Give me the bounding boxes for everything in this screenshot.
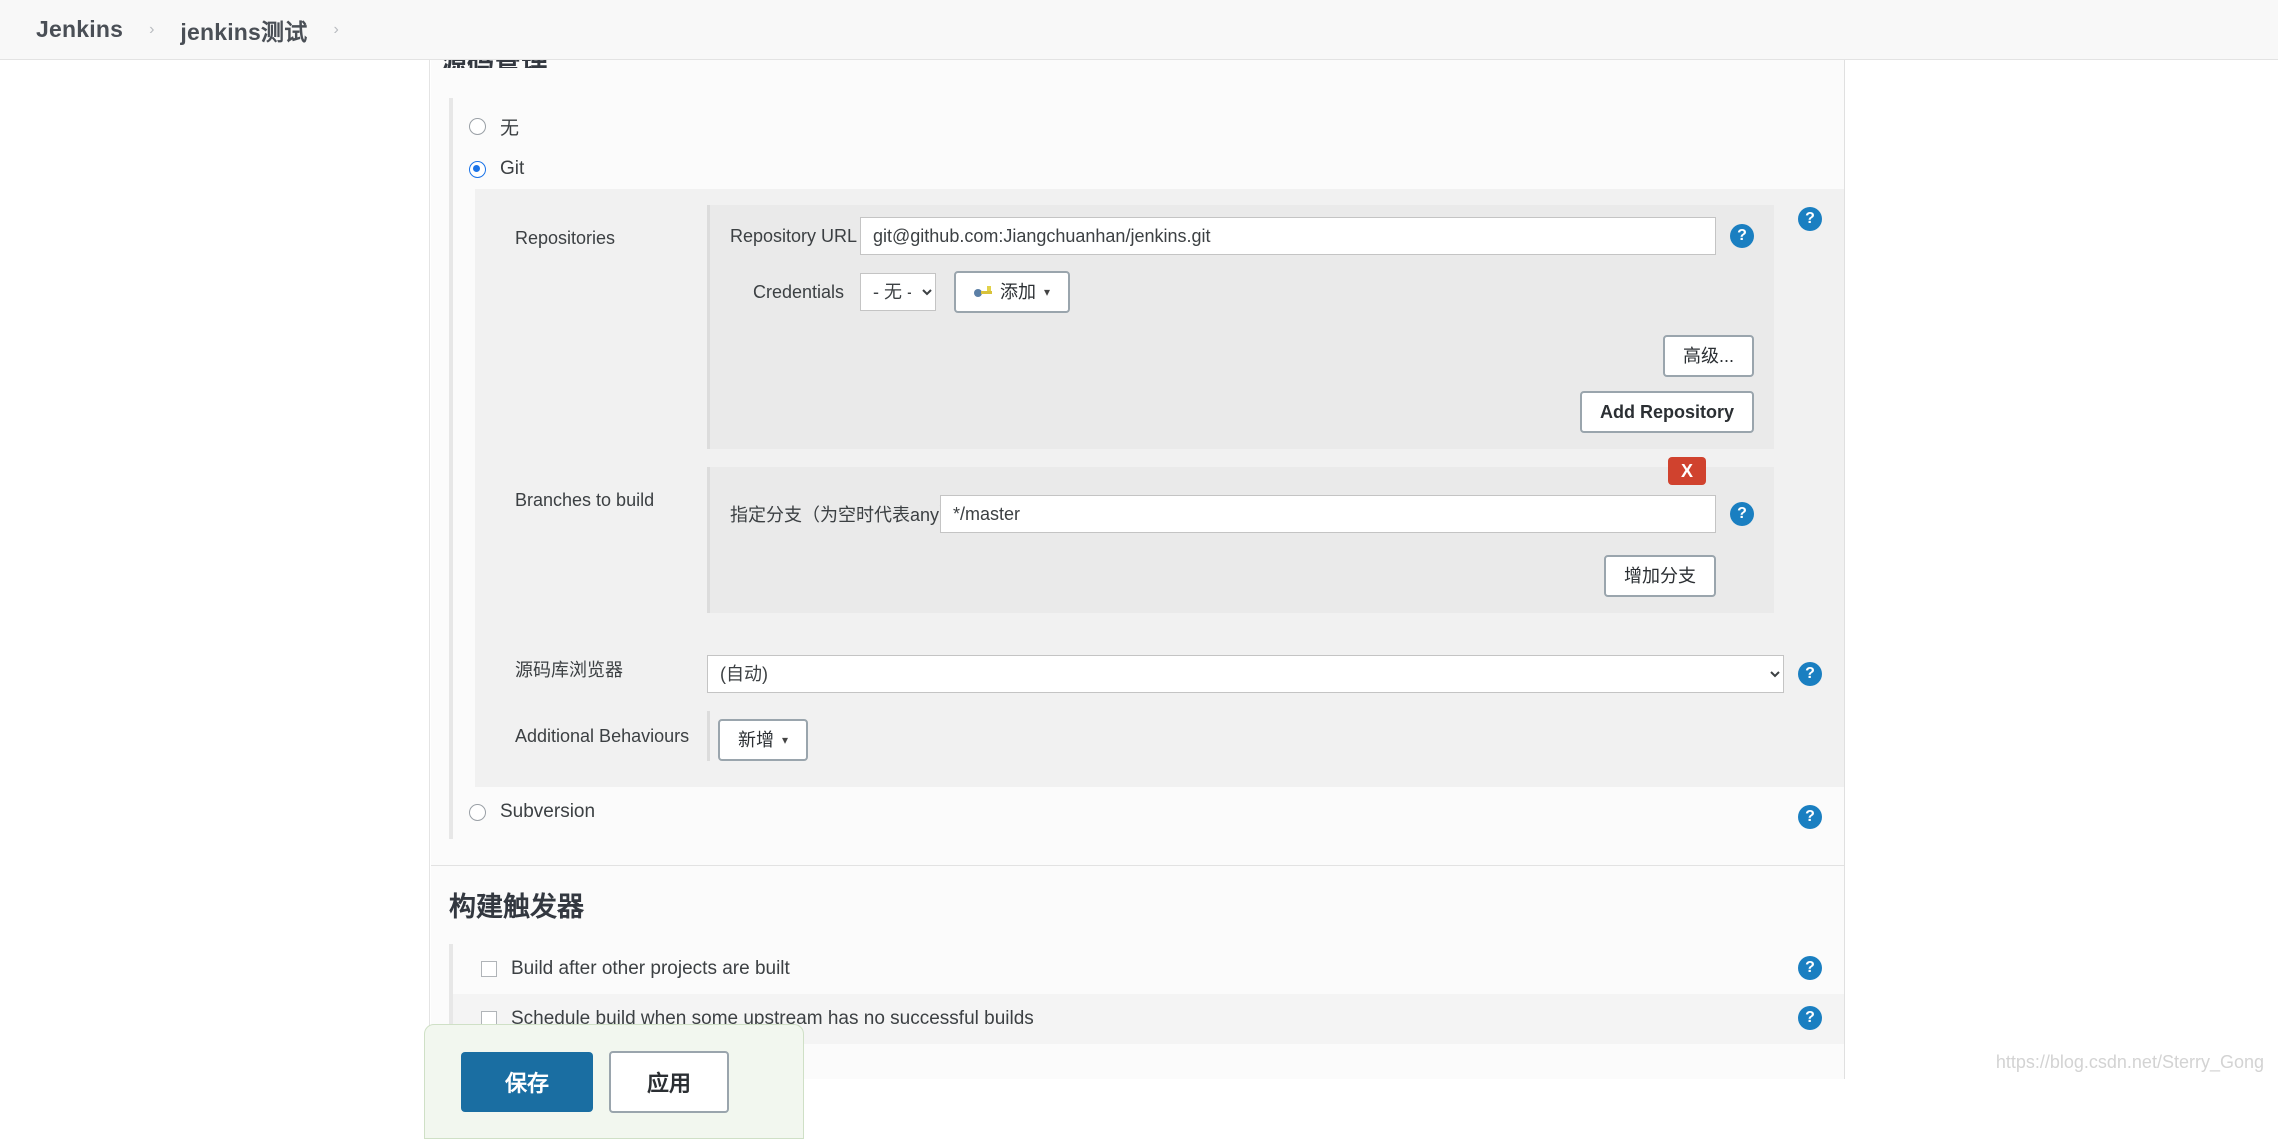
repo-browser-field: (自动) ? [707, 637, 1844, 693]
side-rail [0, 60, 430, 1079]
breadcrumb-item-job[interactable]: jenkins测试 [180, 13, 307, 47]
scm-option-git[interactable]: Git [453, 149, 1844, 189]
add-credentials-label: 添加 [1000, 282, 1036, 302]
page-body: 源码管理 无 Git Repositories R [0, 60, 2278, 1139]
additional-behaviours-field: 新增 ▾ [707, 711, 1844, 761]
credentials-select[interactable]: - 无 - [860, 273, 936, 311]
build-triggers-section: 构建触发器 Build after other projects are bui… [431, 866, 1844, 1044]
scm-radio-group: 无 Git Repositories Repository URL git@gi… [449, 98, 1844, 839]
repositories-row: Repositories Repository URL ? Credential… [475, 195, 1844, 449]
delete-branch-button[interactable]: X [1668, 457, 1706, 485]
branches-row: Branches to build X 指定分支（为空时代表any） ? 增加分… [475, 449, 1844, 613]
help-icon-repository-url[interactable]: ? [1730, 224, 1754, 248]
branch-block: X 指定分支（为空时代表any） ? 增加分支 [707, 457, 1774, 613]
add-branch-row: 增加分支 [730, 555, 1754, 597]
advanced-button[interactable]: 高级... [1662, 335, 1754, 377]
scm-option-none[interactable]: 无 [453, 104, 1844, 149]
breadcrumb-separator-icon: › [149, 20, 155, 38]
trigger-label-build-after: Build after other projects are built [511, 958, 790, 979]
repository-url-input[interactable] [860, 217, 1716, 255]
add-credentials-button[interactable]: 添加 ▾ [954, 271, 1071, 313]
repo-browser-row: 源码库浏览器 (自动) ? [475, 613, 1844, 693]
checkbox-build-after-other-projects[interactable] [481, 961, 497, 977]
repo-browser-label: 源码库浏览器 [515, 660, 623, 680]
repository-block: Repository URL ? Credentials - 无 - [707, 205, 1774, 449]
branches-field: X 指定分支（为空时代表any） ? 增加分支 [707, 457, 1844, 613]
save-button[interactable]: 保存 [461, 1052, 594, 1112]
branch-spec-input[interactable] [940, 495, 1716, 533]
credentials-line: Credentials - 无 - 添加 ▾ [730, 271, 1754, 313]
scm-option-subversion-label: Subversion [500, 801, 596, 822]
scm-option-none-label: 无 [500, 118, 520, 139]
radio-icon-git[interactable] [469, 160, 486, 178]
repositories-field: Repository URL ? Credentials - 无 - [707, 205, 1844, 449]
radio-icon-none[interactable] [469, 118, 486, 135]
repositories-label: Repositories [515, 228, 616, 248]
repo-browser-select[interactable]: (自动) [707, 655, 1784, 693]
trigger-row-build-after[interactable]: Build after other projects are built ? [453, 944, 1844, 994]
scm-option-subversion[interactable]: Subversion ? [453, 787, 1844, 839]
advanced-row: 高级... [730, 335, 1754, 377]
apply-button[interactable]: 应用 [609, 1051, 730, 1113]
help-icon-schedule-upstream[interactable]: ? [1798, 1006, 1822, 1030]
page-title-scm: 源码管理 [431, 60, 1844, 68]
right-blank-area [1846, 60, 2278, 1079]
add-behaviour-button[interactable]: 新增 ▾ [718, 719, 809, 761]
additional-behaviours-row: Additional Behaviours 新增 ▾ [475, 693, 1844, 783]
branch-spec-line: 指定分支（为空时代表any） ? [730, 495, 1754, 533]
breadcrumb-item-jenkins[interactable]: Jenkins [36, 16, 123, 43]
key-icon [974, 285, 992, 299]
save-apply-bar: 保存 应用 [424, 1024, 804, 1139]
radio-icon-subversion[interactable] [469, 803, 486, 821]
watermark-text: https://blog.csdn.net/Sterry_Gong [1995, 1052, 2264, 1072]
breadcrumb: Jenkins › jenkins测试 › [0, 0, 2278, 60]
help-icon-build-after[interactable]: ? [1798, 956, 1822, 980]
chevron-down-icon-behaviour: ▾ [782, 733, 789, 747]
repository-url-line: Repository URL ? [730, 217, 1754, 255]
additional-behaviours-label: Additional Behaviours [515, 726, 690, 746]
page-title-triggers: 构建触发器 [449, 892, 584, 922]
add-branch-button[interactable]: 增加分支 [1604, 555, 1716, 597]
help-icon-repo-browser[interactable]: ? [1798, 662, 1822, 686]
scm-option-git-label: Git [500, 158, 525, 179]
branches-label: Branches to build [515, 490, 655, 510]
repository-url-label: Repository URL [730, 225, 858, 246]
help-icon-subversion[interactable]: ? [1798, 805, 1822, 829]
breadcrumb-separator-icon-2[interactable]: › [333, 21, 338, 38]
add-repository-button[interactable]: Add Repository [1579, 391, 1754, 433]
config-main-panel: 源码管理 无 Git Repositories R [431, 60, 1845, 1079]
add-repository-row: Add Repository [730, 391, 1754, 433]
credentials-label: Credentials [752, 281, 844, 302]
help-icon-branch-spec[interactable]: ? [1730, 502, 1754, 526]
chevron-down-icon-credentials: ▾ [1044, 285, 1051, 299]
branch-spec-label: 指定分支（为空时代表any） [730, 505, 958, 525]
help-icon-repositories[interactable]: ? [1798, 207, 1822, 231]
add-behaviour-label: 新增 [738, 730, 774, 750]
git-config-pane: Repositories Repository URL ? Credential… [475, 189, 1844, 787]
